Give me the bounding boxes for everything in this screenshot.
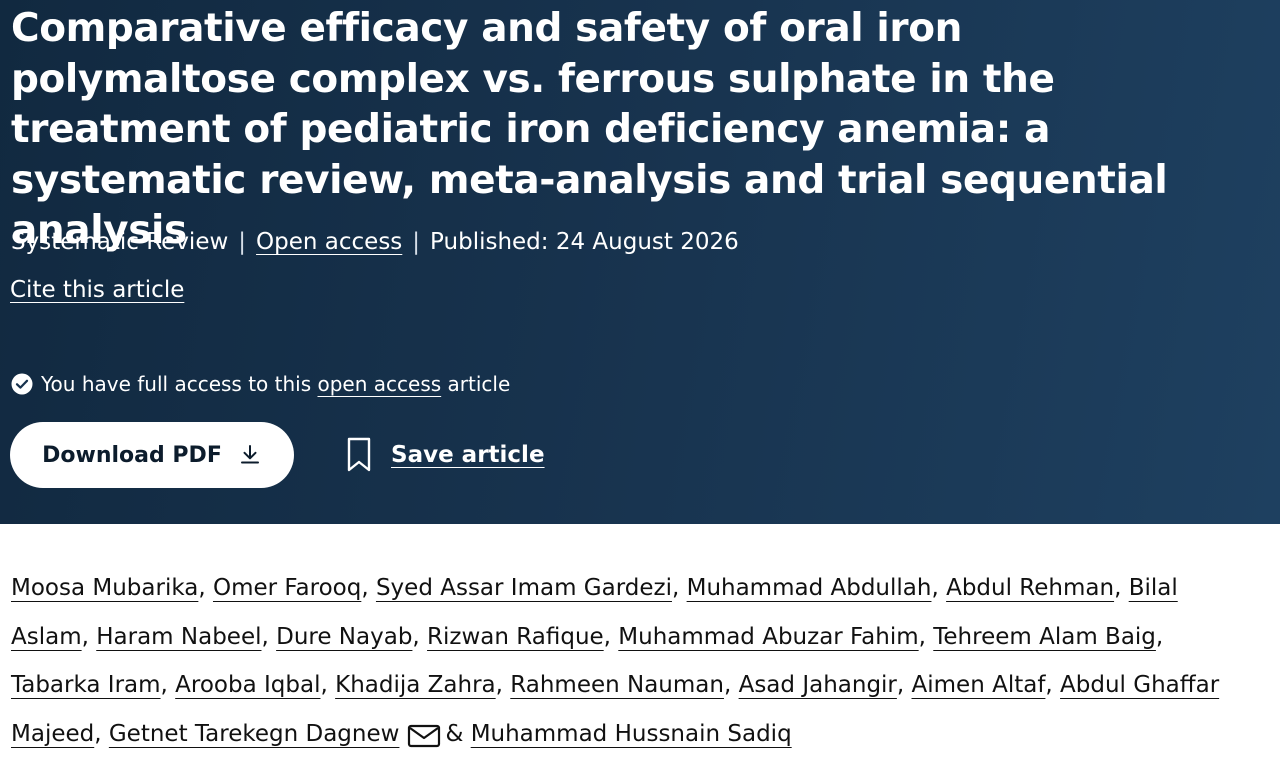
published-date: Published: 24 August 2026 — [430, 229, 739, 255]
open-access-link[interactable]: Open access — [256, 229, 402, 255]
access-notice: You have full access to this open access… — [11, 369, 510, 399]
download-icon — [240, 445, 259, 464]
cite-article-link[interactable]: Cite this article — [10, 277, 184, 303]
author-link[interactable]: Arooba Iqbal — [175, 672, 320, 698]
save-article-button[interactable]: Save article — [345, 437, 545, 473]
author-link[interactable]: Getnet Tarekegn Dagnew — [109, 721, 400, 747]
author-link[interactable]: Rizwan Rafique — [427, 624, 604, 650]
check-circle-icon — [11, 373, 33, 395]
author-link[interactable]: Moosa Mubarika — [11, 575, 198, 601]
article-title: Comparative efficacy and safety of oral … — [11, 6, 1168, 253]
author-link[interactable]: Syed Assar Imam Gardezi — [376, 575, 672, 601]
article-type: Systematic Review — [11, 229, 229, 255]
author-ampersand: & — [445, 720, 464, 747]
author-link[interactable]: Rahmeen Nauman — [510, 672, 724, 698]
author-link[interactable]: Tehreem Alam Baig — [933, 624, 1156, 650]
author-link[interactable]: Dure Nayab — [276, 624, 412, 650]
author-link[interactable]: Tabarka Iram — [11, 672, 161, 698]
article-meta: Systematic Review | Open access | Published:… — [11, 226, 739, 258]
author-link[interactable]: Abdul Rehman — [946, 575, 1114, 601]
download-pdf-button[interactable]: Download PDF — [10, 422, 294, 488]
author-link[interactable]: Omer Farooq — [213, 575, 361, 601]
save-article-label: Save article — [391, 442, 545, 468]
author-link[interactable]: Haram Nabeel — [96, 624, 261, 650]
access-notice-prefix: You have full access to this — [41, 372, 312, 396]
cite-section: Cite this article — [10, 274, 184, 306]
meta-separator: | — [412, 229, 421, 255]
author-link[interactable]: Muhammad Abuzar Fahim — [618, 624, 918, 650]
author-link[interactable]: Khadija Zahra — [335, 672, 496, 698]
author-link[interactable]: Muhammad Abdullah — [687, 575, 932, 601]
envelope-icon[interactable] — [407, 723, 441, 749]
bookmark-icon — [347, 437, 371, 472]
download-pdf-label: Download PDF — [42, 442, 222, 468]
access-notice-link[interactable]: open access — [318, 369, 442, 399]
access-notice-suffix: article — [447, 372, 511, 396]
author-link[interactable]: Asad Jahangir — [739, 672, 897, 698]
author-link[interactable]: Muhammad Hussnain Sadiq — [471, 721, 792, 747]
article-header: Comparative efficacy and safety of oral … — [0, 0, 1280, 524]
author-list: Moosa Mubarika, Omer Farooq, Syed Assar … — [11, 575, 1220, 749]
author-link[interactable]: Aimen Altaf — [912, 672, 1046, 698]
meta-separator: | — [238, 229, 247, 255]
